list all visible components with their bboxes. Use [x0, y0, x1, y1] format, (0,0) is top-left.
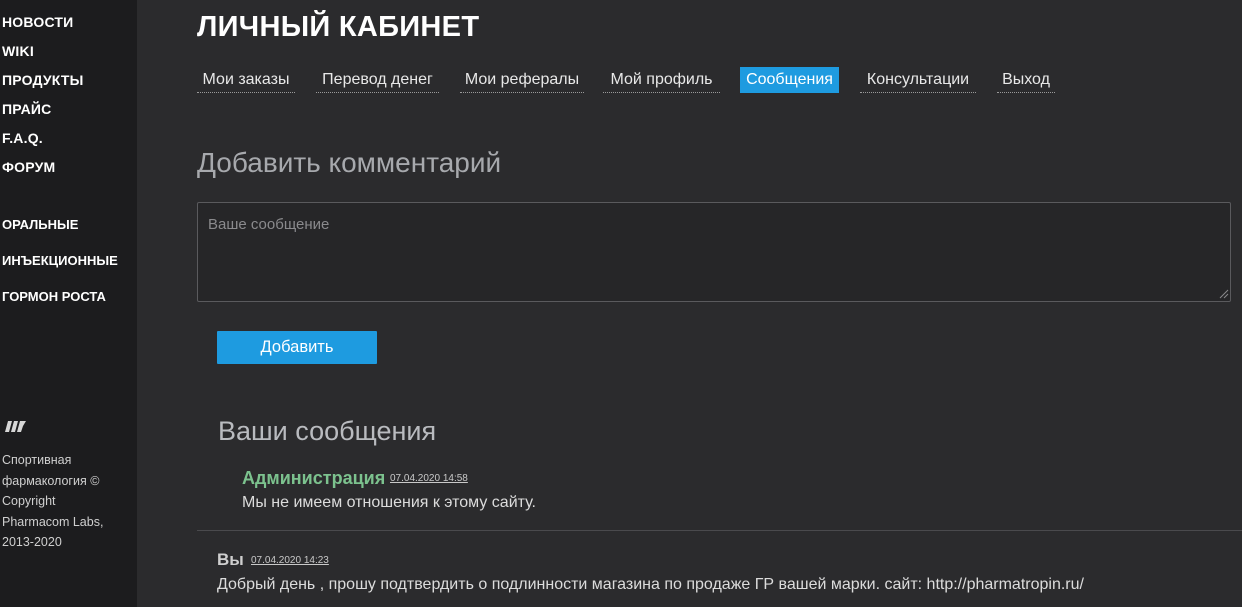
page-title: ЛИЧНЫЙ КАБИНЕТ [197, 11, 480, 43]
pharmacom-logo-icon[interactable] [3, 419, 27, 438]
nav-item-wiki[interactable]: WIKI [2, 41, 84, 70]
add-comment-button[interactable]: Добавить [217, 331, 377, 364]
message-textarea[interactable] [197, 202, 1231, 302]
nav-item-price[interactable]: ПРАЙС [2, 99, 84, 128]
tab-my-profile[interactable]: Мой профиль [603, 67, 720, 93]
nav-item-growth-hormone[interactable]: ГОРМОН РОСТА [2, 288, 118, 324]
sidebar: НОВОСТИ WIKI ПРОДУКТЫ ПРАЙС F.A.Q. ФОРУМ… [0, 0, 137, 607]
tab-money-transfer[interactable]: Перевод денег [316, 67, 439, 93]
nav-item-products[interactable]: ПРОДУКТЫ [2, 70, 84, 99]
main-nav: НОВОСТИ WIKI ПРОДУКТЫ ПРАЙС F.A.Q. ФОРУМ [2, 12, 84, 186]
resize-grip-icon[interactable] [1219, 289, 1229, 299]
copyright-line: фармакология © [2, 473, 100, 488]
nav-item-faq[interactable]: F.A.Q. [2, 128, 84, 157]
tab-logout[interactable]: Выход [997, 67, 1055, 93]
message-author-admin: Администрация [242, 468, 386, 488]
tab-consultations[interactable]: Консультации [860, 67, 976, 93]
copyright-line: Copyright [2, 494, 56, 508]
add-comment-title: Добавить комментарий [197, 147, 502, 178]
copyright-line: Спортивная [2, 453, 72, 467]
your-messages-title: Ваши сообщения [218, 416, 437, 446]
nav-item-injectable[interactable]: ИНЪЕКЦИОННЫЕ [2, 252, 118, 288]
message-date[interactable]: 07.04.2020 14:23 [251, 555, 329, 566]
copyright-text: Спортивная фармакология © Copyright Phar… [2, 450, 122, 553]
copyright-line: Pharmacom Labs, [2, 514, 104, 529]
nav-item-oral[interactable]: ОРАЛЬНЫЕ [2, 216, 118, 252]
message-author-user: Вы [217, 550, 244, 569]
tab-messages[interactable]: Сообщения [740, 67, 839, 93]
category-nav: ОРАЛЬНЫЕ ИНЪЕКЦИОННЫЕ ГОРМОН РОСТА [2, 216, 118, 324]
message-divider [197, 530, 1242, 531]
message-text: Мы не имеем отношения к этому сайту. [242, 494, 536, 511]
tab-my-orders[interactable]: Мои заказы [197, 67, 295, 93]
tab-my-referrals[interactable]: Мои рефералы [460, 67, 584, 93]
copyright-line: 2013-2020 [2, 535, 62, 549]
message-text: Добрый день , прошу подтвердить о подлин… [217, 576, 1084, 593]
nav-item-news[interactable]: НОВОСТИ [2, 12, 84, 41]
message-date[interactable]: 07.04.2020 14:58 [390, 473, 468, 484]
nav-item-forum[interactable]: ФОРУМ [2, 157, 84, 186]
